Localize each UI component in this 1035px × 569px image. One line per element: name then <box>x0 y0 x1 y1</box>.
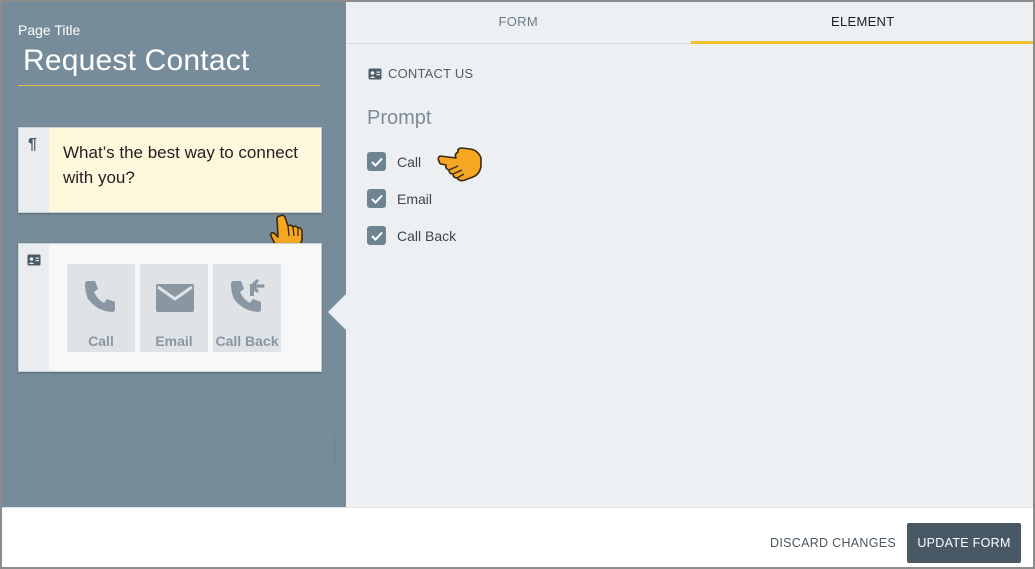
checkmark-icon <box>370 194 383 204</box>
action-footer: DISCARD CHANGES UPDATE FORM <box>2 507 1033 567</box>
discard-changes-button[interactable]: DISCARD CHANGES <box>760 528 906 558</box>
update-form-button[interactable]: UPDATE FORM <box>907 523 1021 563</box>
contact-element-card[interactable]: Call Email Call Back <box>18 243 322 372</box>
checkmark-icon <box>370 157 383 167</box>
prompt-text: What’s the best way to connect with you? <box>49 128 321 212</box>
contact-card-icon <box>368 68 382 79</box>
page-title-label: Page Title <box>18 22 81 38</box>
hand-pointer-icon <box>437 147 482 182</box>
properties-panel: FORM ELEMENT CONTACT US Prompt Call Emai… <box>346 2 1033 507</box>
checkbox-checked[interactable] <box>367 189 386 208</box>
selection-pointer <box>328 292 348 332</box>
pilcrow-icon: ¶ <box>28 136 37 153</box>
card-gutter <box>19 244 49 371</box>
checkbox-checked[interactable] <box>367 226 386 245</box>
tab-element[interactable]: ELEMENT <box>690 2 1033 44</box>
section-header: CONTACT US <box>368 66 473 81</box>
panel-divider-mark <box>334 434 335 464</box>
checkmark-icon <box>370 231 383 241</box>
phone-icon <box>85 281 115 312</box>
option-label: Call <box>397 153 422 170</box>
checkbox-checked[interactable] <box>367 152 386 171</box>
tile-call-back[interactable]: Call Back <box>213 264 281 352</box>
tile-call[interactable]: Call <box>67 264 135 352</box>
page-title-underline <box>18 85 320 86</box>
option-call-back[interactable]: Call Back <box>367 217 456 254</box>
tile-label: Call Back <box>215 333 279 349</box>
card-gutter: ¶ <box>19 128 49 212</box>
option-label: Call Back <box>397 227 457 244</box>
page-title-input[interactable]: Request Contact <box>23 44 249 78</box>
contact-card-icon <box>27 254 41 266</box>
prompt-heading: Prompt <box>367 107 432 129</box>
option-email[interactable]: Email <box>367 180 456 217</box>
section-title: CONTACT US <box>388 66 474 81</box>
editor-window: Page Title Request Contact ¶ What’s the … <box>0 0 1035 569</box>
panel-tabs: FORM ELEMENT <box>346 2 1033 44</box>
tile-email[interactable]: Email <box>140 264 208 352</box>
prompt-element-card[interactable]: ¶ What’s the best way to connect with yo… <box>18 127 322 213</box>
tab-form[interactable]: FORM <box>346 2 691 43</box>
envelope-icon <box>156 284 194 312</box>
contact-method-tiles: Call Email Call Back <box>67 264 281 352</box>
callback-icon <box>231 279 265 312</box>
tile-label: Call <box>88 333 114 349</box>
preview-panel: Page Title Request Contact ¶ What’s the … <box>2 2 346 507</box>
option-label: Email <box>397 190 433 207</box>
tile-label: Email <box>155 333 193 349</box>
